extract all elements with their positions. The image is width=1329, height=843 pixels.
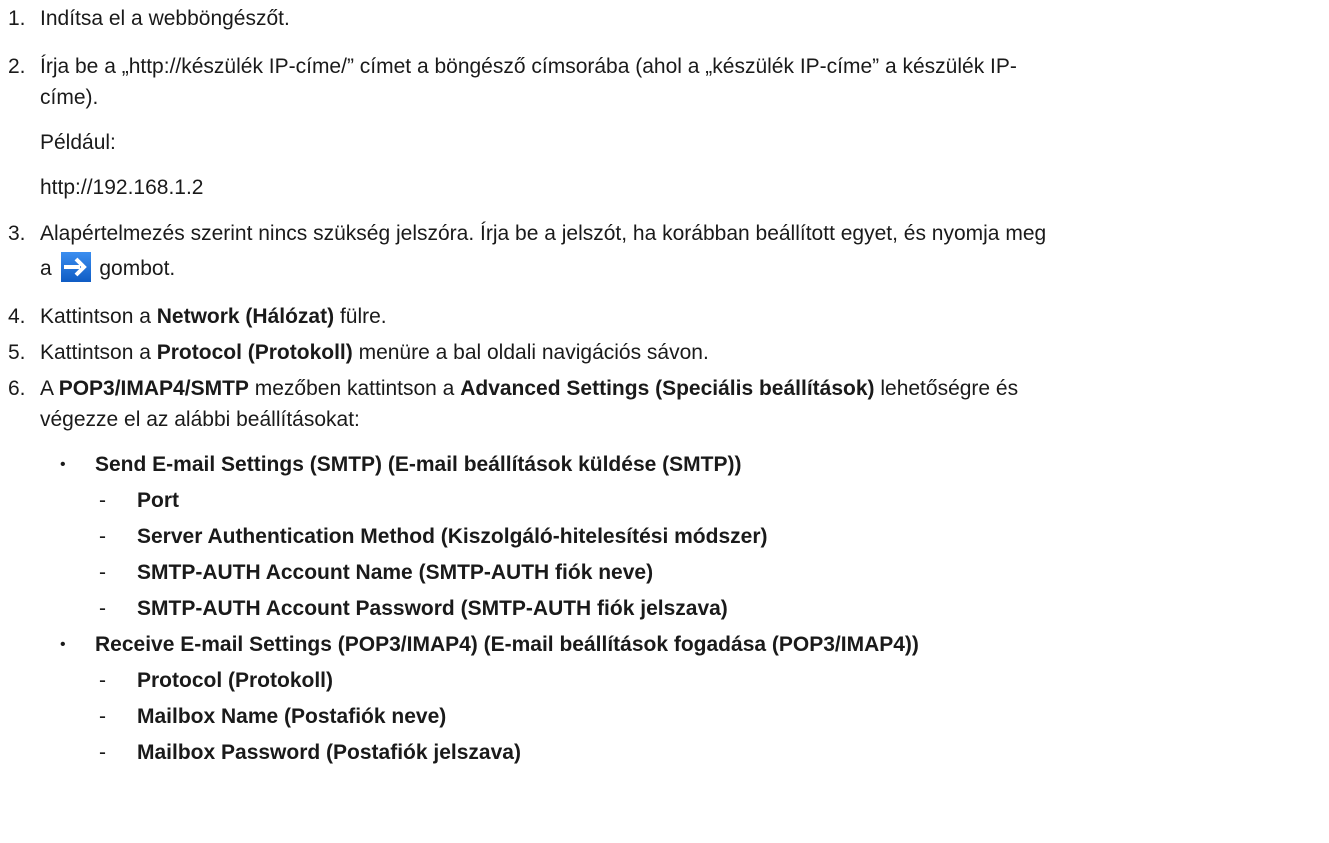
step-text: a	[40, 257, 52, 280]
step-text: végezze el az alábbi beállításokat:	[40, 408, 360, 431]
instruction-page: 1. Indítsa el a webböngészőt. 2. Írja be…	[8, 7, 1047, 764]
ui-term: Network (Hálózat)	[156, 305, 335, 328]
group-title: Send E-mail Settings (SMTP) (E-mail beál…	[95, 453, 742, 476]
step-number: 4.	[8, 305, 26, 328]
step-number: 5.	[8, 341, 26, 364]
step-text: Írja be a „http://készülék IP-címe/” cím…	[40, 55, 1017, 78]
ui-term: Advanced Settings (Speciális beállítások…	[460, 377, 875, 400]
step-text: Alapértelmezés szerint nincs szükség jel…	[40, 222, 1047, 245]
step-number: 2.	[8, 55, 26, 78]
step-text: gombot.	[99, 257, 176, 280]
bullet: •	[60, 636, 66, 653]
bullet: •	[60, 456, 66, 473]
step-number: 6.	[8, 377, 26, 400]
ui-term: POP3/IMAP4/SMTP	[58, 377, 249, 400]
group-title: Receive E-mail Settings (POP3/IMAP4) (E-…	[95, 633, 919, 656]
step-number: 1.	[8, 7, 26, 30]
ui-term: Protocol (Protokoll)	[156, 341, 353, 364]
step-text: címe).	[40, 86, 99, 109]
step-number: 3.	[8, 222, 26, 245]
arrow-right-icon	[60, 252, 91, 283]
step-text: Indítsa el a webböngészőt.	[40, 7, 290, 30]
